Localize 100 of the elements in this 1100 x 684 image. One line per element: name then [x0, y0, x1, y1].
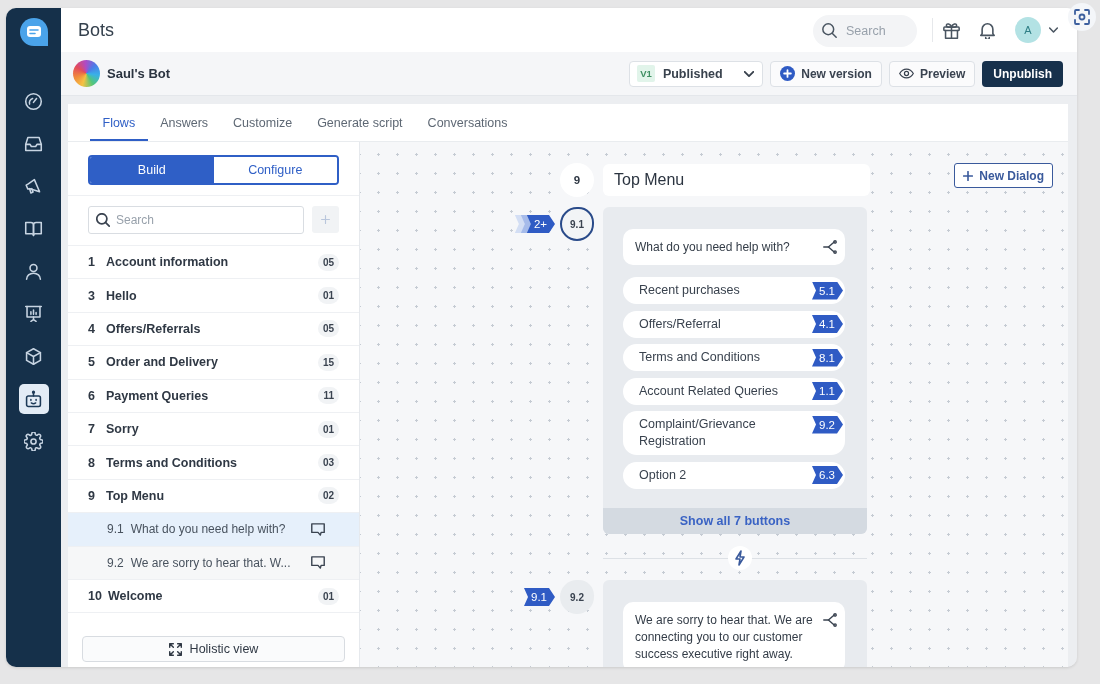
- version-tag: V1: [637, 65, 655, 82]
- search-icon: [96, 213, 110, 227]
- bot-name: Saul's Bot: [107, 66, 171, 81]
- item-count: 05: [317, 253, 339, 271]
- gauge-icon: [24, 91, 43, 111]
- settings-icon: [24, 432, 43, 452]
- item-count: 01: [317, 587, 339, 605]
- show-all-button[interactable]: Show all 7 buttons: [603, 508, 867, 534]
- flow-number: 3: [88, 288, 96, 303]
- page-title: Bots: [78, 19, 115, 41]
- chat-bubble-icon: [311, 556, 325, 570]
- dialog-name: We are sorry to hear that. W...: [130, 555, 292, 570]
- flow-number: 1: [88, 255, 96, 270]
- flow-number: 9: [88, 488, 96, 503]
- new-version-button[interactable]: New version: [770, 60, 882, 87]
- bell-icon[interactable]: [979, 21, 996, 39]
- flow-number: 4: [88, 321, 96, 336]
- flow-number: 10: [88, 589, 102, 604]
- tab[interactable]: Flows: [90, 104, 148, 141]
- flow-name: Welcome: [107, 589, 164, 604]
- flow-name: Account information: [106, 255, 230, 270]
- flow-item[interactable]: 1 Account information 05: [68, 246, 359, 280]
- flow-number: 5: [88, 355, 96, 370]
- presentation-icon: [24, 304, 43, 324]
- flow-item[interactable]: 8 Terms and Conditions 03: [68, 446, 359, 480]
- option-button[interactable]: Terms and Conditions 8.1: [623, 344, 845, 371]
- caret-icon[interactable]: [1049, 27, 1058, 33]
- search-icon: [822, 23, 837, 38]
- link-tag[interactable]: 9.1: [524, 588, 555, 606]
- dialog-id[interactable]: 9.2: [560, 580, 594, 614]
- inbox-icon: [24, 134, 43, 154]
- holistic-view-button[interactable]: Holistic view: [82, 636, 345, 662]
- dialog-id[interactable]: 9.1: [560, 207, 594, 241]
- target-tag[interactable]: 9.2: [812, 415, 843, 434]
- tab[interactable]: Generate script: [304, 104, 416, 141]
- search-field[interactable]: Search: [813, 15, 917, 47]
- flow-name: Terms and Conditions: [106, 455, 239, 470]
- target-tag[interactable]: 8.1: [812, 348, 843, 367]
- target-tag[interactable]: 5.1: [812, 281, 843, 300]
- flow-number: 7: [88, 422, 96, 437]
- gift-icon[interactable]: [943, 21, 960, 39]
- flow-item[interactable]: 7 Sorry 01: [68, 412, 359, 447]
- mode-tab[interactable]: Build: [90, 157, 214, 183]
- flow-item[interactable]: 3 Hello 01: [68, 279, 359, 313]
- flow-item[interactable]: 10 Welcome 01: [68, 579, 359, 614]
- item-count: 05: [317, 320, 339, 338]
- tab[interactable]: Conversations: [415, 104, 520, 141]
- plus-icon: [321, 215, 330, 224]
- option-button[interactable]: Account Related Queries 1.1: [623, 377, 845, 405]
- flow-number: 8: [88, 455, 96, 470]
- message-text: What do you need help with?: [635, 239, 791, 256]
- dialog-item[interactable]: 9.1 What do you need help with?: [68, 513, 359, 547]
- flow-name: Payment Queries: [106, 388, 210, 403]
- item-count: 03: [317, 454, 339, 472]
- flow-item[interactable]: 5 Order and Delivery 15: [68, 346, 359, 380]
- tab[interactable]: Customize: [220, 104, 305, 141]
- preview-button[interactable]: Preview: [888, 60, 976, 87]
- nav-button[interactable]: [18, 384, 49, 415]
- target-tag[interactable]: 4.1: [812, 315, 843, 333]
- flow-name: Offers/Referrals: [106, 321, 202, 336]
- node-number: 9: [560, 163, 594, 197]
- node-title: Top Menu: [603, 164, 870, 196]
- item-count: 01: [317, 287, 339, 305]
- flow-name: Sorry: [106, 422, 140, 437]
- target-tag[interactable]: 6.3: [812, 466, 843, 484]
- version-dropdown[interactable]: V1 Published: [629, 60, 764, 87]
- chat-logo-icon: [18, 17, 49, 47]
- robot-icon: [24, 389, 43, 409]
- megaphone-icon: [24, 176, 43, 196]
- branch-icon: [823, 613, 837, 627]
- cube-icon: [24, 347, 43, 367]
- option-button[interactable]: Option 2 6.3: [623, 461, 845, 489]
- item-count: 15: [317, 353, 339, 371]
- flow-item[interactable]: 6 Payment Queries 11: [68, 379, 359, 413]
- unpublish-button[interactable]: Unpublish: [982, 60, 1063, 87]
- tab[interactable]: Answers: [147, 104, 221, 141]
- lightning-icon: [728, 546, 752, 570]
- flow-item[interactable]: 4 Offers/Referrals 05: [68, 312, 359, 347]
- eye-icon: [898, 68, 914, 79]
- flow-name: Hello: [106, 288, 138, 303]
- dialog-name: What do you need help with?: [130, 522, 287, 537]
- flow-number: 6: [88, 388, 96, 403]
- option-button[interactable]: Recent purchases 5.1: [623, 277, 845, 304]
- expand-icon: [168, 642, 182, 656]
- target-tag[interactable]: 1.1: [812, 382, 843, 400]
- bot-logo-icon: [73, 60, 100, 87]
- search-field[interactable]: Search: [88, 206, 304, 234]
- focus-frame-icon[interactable]: [1068, 3, 1096, 31]
- book-icon: [24, 219, 43, 239]
- new-dialog-button[interactable]: New Dialog: [954, 163, 1053, 188]
- message-text: We are sorry to hear that. We are connecting you to our customer success executive right away.: [635, 612, 814, 663]
- item-count: 02: [317, 487, 339, 505]
- chat-bubble-icon: [311, 522, 325, 536]
- option-button[interactable]: Complaint/Grievance Registration 9.2: [623, 411, 845, 455]
- item-count: 01: [317, 420, 339, 438]
- plus-circle-icon: [780, 66, 796, 81]
- option-button[interactable]: Offers/Referral 4.1: [623, 310, 845, 338]
- flow-name: Top Menu: [106, 488, 166, 503]
- dialog-number: 9.2: [107, 555, 124, 570]
- dialog-item[interactable]: 9.2 We are sorry to hear that. W...: [68, 546, 359, 580]
